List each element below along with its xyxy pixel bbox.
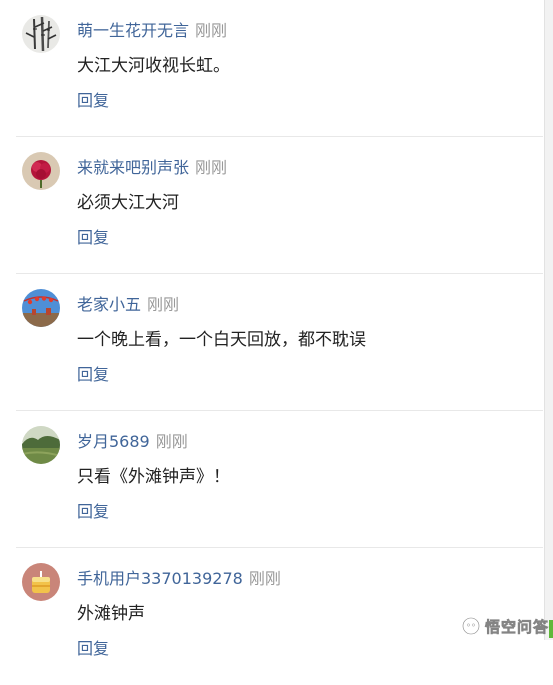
cake-avatar	[22, 563, 60, 601]
comment-text: 一个晚上看，一个白天回放，都不耽误	[77, 330, 366, 350]
reply-button[interactable]: 回复	[77, 638, 109, 660]
comment-meta: 来就来吧别声张 刚刚	[77, 157, 227, 179]
username[interactable]: 老家小五	[77, 295, 141, 314]
comment-text: 大江大河收视长虹。	[77, 56, 230, 76]
avatar[interactable]	[22, 563, 60, 601]
comment-time: 刚刚	[147, 295, 180, 314]
reply-button[interactable]: 回复	[77, 227, 109, 249]
watermark-text: 悟空问答	[484, 617, 549, 636]
wukong-logo-icon	[461, 617, 480, 635]
comment-time: 刚刚	[195, 158, 228, 177]
comment-text: 必须大江大河	[77, 193, 179, 213]
username[interactable]: 来就来吧别声张	[77, 158, 189, 177]
bamboo-ink-avatar	[22, 15, 60, 53]
watermark: 悟空问答	[461, 614, 549, 638]
comment-time: 刚刚	[248, 569, 281, 588]
comment-text: 只看《外滩钟声》！	[77, 467, 230, 487]
comment-time: 刚刚	[155, 432, 188, 451]
comment-item: 来就来吧别声张 刚刚 必须大江大河 回复	[0, 137, 543, 274]
reply-button[interactable]: 回复	[77, 90, 109, 112]
scrollbar[interactable]	[544, 0, 553, 640]
reply-button[interactable]: 回复	[77, 501, 109, 523]
comment-time: 刚刚	[195, 21, 228, 40]
comment-item: 岁月5689 刚刚 只看《外滩钟声》！ 回复	[0, 411, 543, 548]
comment-meta: 手机用户3370139278 刚刚	[77, 568, 281, 590]
avatar[interactable]	[22, 289, 60, 327]
watermark-accent	[549, 620, 553, 638]
avatar[interactable]	[22, 152, 60, 190]
lantern-sky-avatar	[22, 289, 60, 327]
avatar[interactable]	[22, 15, 60, 53]
comment-meta: 萌一生花开无言 刚刚	[77, 20, 227, 42]
avatar[interactable]	[22, 426, 60, 464]
username[interactable]: 岁月5689	[77, 432, 150, 451]
landscape-avatar	[22, 426, 60, 464]
comment-item: 老家小五 刚刚 一个晚上看，一个白天回放，都不耽误 回复	[0, 274, 543, 411]
comment-item: 萌一生花开无言 刚刚 大江大河收视长虹。 回复	[0, 0, 543, 137]
comment-meta: 老家小五 刚刚	[77, 294, 179, 316]
username[interactable]: 萌一生花开无言	[77, 21, 189, 40]
comment-text: 外滩钟声	[77, 604, 145, 624]
red-flower-avatar	[22, 152, 60, 190]
comment-meta: 岁月5689 刚刚	[77, 431, 188, 453]
reply-button[interactable]: 回复	[77, 364, 109, 386]
username[interactable]: 手机用户3370139278	[77, 569, 243, 588]
comment-list: 萌一生花开无言 刚刚 大江大河收视长虹。 回复 来就来吧别声张 刚刚 必须大江大河 …	[0, 0, 543, 658]
